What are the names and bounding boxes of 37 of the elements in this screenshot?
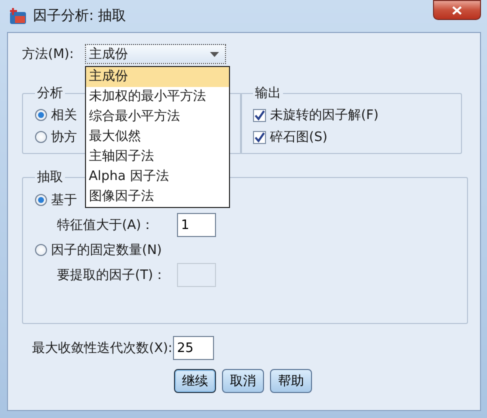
radio-button[interactable] xyxy=(35,131,47,143)
dropdown-option[interactable]: 图像因子法 xyxy=(86,187,229,207)
input-field[interactable]: 25 xyxy=(173,336,214,360)
dialog-button[interactable]: 帮助 xyxy=(270,369,312,393)
dropdown-option[interactable]: 主轴因子法 xyxy=(86,147,229,167)
radio-label: 协方 xyxy=(51,129,77,146)
field-label: 要提取的因子(T)： xyxy=(57,267,168,284)
group-title: 抽取 xyxy=(36,169,64,186)
field-label: 特征值大于(A)： xyxy=(57,217,156,234)
radio-button[interactable] xyxy=(35,244,47,256)
app-icon xyxy=(9,7,27,25)
checkbox[interactable] xyxy=(253,130,266,144)
dialog-button[interactable]: 取消 xyxy=(222,369,264,393)
dropdown-option[interactable]: 主成份 xyxy=(86,67,229,87)
close-icon xyxy=(452,6,462,14)
radio-button[interactable] xyxy=(35,109,47,121)
radio-button[interactable] xyxy=(35,194,47,206)
checkbox-label: 未旋转的因子解(F) xyxy=(270,107,379,124)
checkbox-label: 碎石图(S) xyxy=(270,129,328,146)
dropdown-option[interactable]: 未加权的最小平方法 xyxy=(86,87,229,107)
input-field[interactable]: 1 xyxy=(177,213,216,237)
group-title: 输出 xyxy=(254,85,282,102)
checkbox[interactable] xyxy=(253,108,266,122)
close-button[interactable] xyxy=(433,0,481,20)
window-title: 因子分析: 抽取 xyxy=(33,7,128,25)
dropdown-option[interactable]: 综合最小平方法 xyxy=(86,107,229,127)
method-label: 方法(M): xyxy=(22,46,74,63)
dropdown-option[interactable]: 最大似然 xyxy=(86,127,229,147)
radio-label: 基于 xyxy=(51,192,77,209)
dialog-button[interactable]: 继续 xyxy=(174,369,216,393)
caret-icon xyxy=(210,52,219,56)
method-dropdown[interactable]: 主成份 xyxy=(84,44,226,64)
radio-label: 相关 xyxy=(51,107,77,124)
radio-label: 因子的固定数量(N) xyxy=(51,242,162,259)
iterations-label: 最大收敛性迭代次数(X): xyxy=(31,340,173,357)
dropdown-option[interactable]: Alpha 因子法 xyxy=(86,167,229,187)
group-title: 分析 xyxy=(36,85,64,102)
